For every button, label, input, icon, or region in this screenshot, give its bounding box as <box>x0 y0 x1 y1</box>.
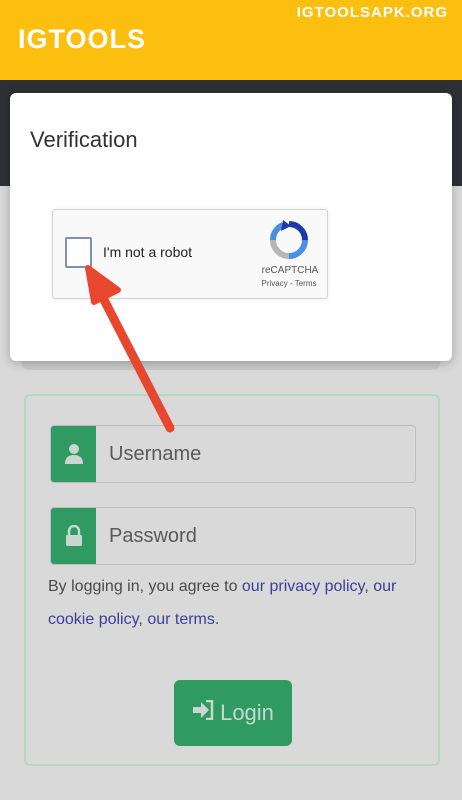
password-input[interactable] <box>109 508 409 564</box>
app-title: IGTOOLS <box>18 24 147 54</box>
verification-dialog: Verification I'm not a robot reCAPTCHA P… <box>10 93 452 361</box>
app-bar: IGTOOLS IGTOOLSAPK.ORG <box>0 0 462 80</box>
consent-separator: , <box>364 578 374 595</box>
privacy-policy-link[interactable]: our privacy policy <box>242 578 364 595</box>
recaptcha-label: I'm not a robot <box>103 244 193 260</box>
recaptcha-logo-icon <box>269 220 308 259</box>
login-form: By logging in, you agree to our privacy … <box>24 394 440 766</box>
consent-prefix: By logging in, you agree to <box>48 578 242 595</box>
user-icon <box>51 426 96 482</box>
lock-icon <box>51 508 96 564</box>
login-button-label: Login <box>220 700 274 725</box>
recaptcha-checkbox[interactable] <box>65 237 92 268</box>
login-button[interactable]: Login <box>174 680 292 746</box>
dialog-title: Verification <box>30 127 138 152</box>
consent-text: By logging in, you agree to our privacy … <box>48 570 428 636</box>
recaptcha-brand: reCAPTCHA <box>261 265 319 276</box>
watermark: IGTOOLSAPK.ORG <box>296 4 448 21</box>
recaptcha-widget: I'm not a robot reCAPTCHA Privacy - Term… <box>52 209 328 299</box>
username-field[interactable] <box>50 425 416 483</box>
sign-in-icon <box>192 699 214 726</box>
username-input[interactable] <box>109 426 409 482</box>
recaptcha-privacy-terms[interactable]: Privacy - Terms <box>253 279 325 288</box>
terms-link[interactable]: our terms <box>147 611 215 628</box>
consent-separator: , <box>138 611 148 628</box>
password-field[interactable] <box>50 507 416 565</box>
consent-end: . <box>214 611 220 628</box>
